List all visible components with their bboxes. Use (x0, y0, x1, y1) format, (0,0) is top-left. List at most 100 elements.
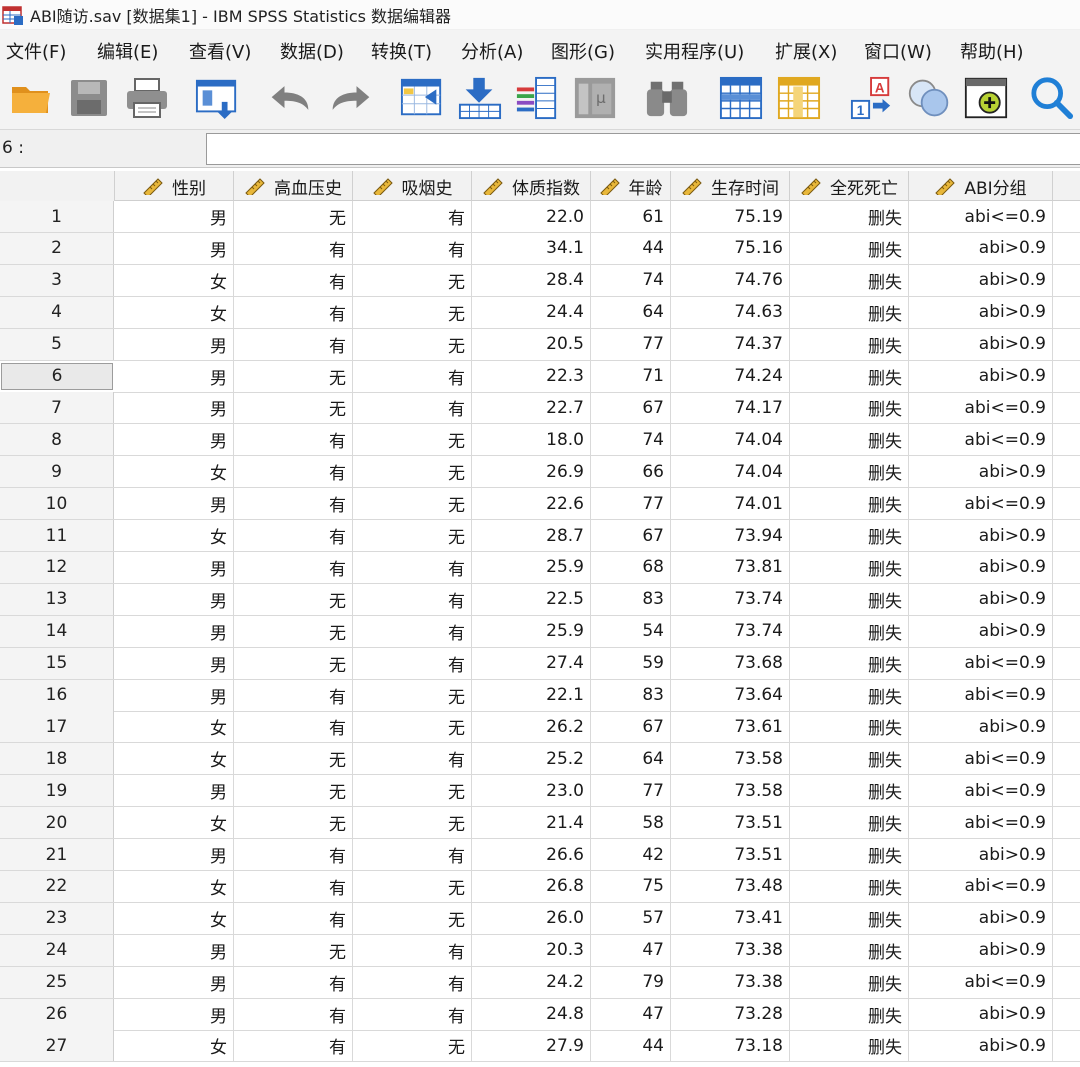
data-cell[interactable]: 26.2 (472, 711, 591, 743)
empty-cell[interactable] (1053, 265, 1080, 296)
go-to-variable-icon[interactable] (458, 74, 502, 122)
save-icon[interactable] (67, 74, 111, 122)
data-cell[interactable]: abi>0.9 (909, 615, 1053, 647)
data-cell[interactable]: 74 (591, 264, 671, 296)
empty-cell[interactable] (1053, 488, 1080, 519)
row-number-header[interactable]: 14 (0, 615, 114, 647)
menu-graphs[interactable]: 图形(G) (551, 38, 615, 64)
row-number-header[interactable]: 2 (0, 232, 114, 264)
data-cell[interactable]: 28.7 (472, 520, 591, 551)
data-cell[interactable]: 68 (591, 551, 671, 583)
data-cell[interactable]: 73.68 (671, 647, 790, 679)
data-cell[interactable]: abi>0.9 (909, 934, 1053, 966)
empty-cell[interactable] (1053, 329, 1080, 360)
data-cell[interactable]: 删失 (790, 839, 909, 870)
data-cell[interactable]: 无 (234, 583, 353, 615)
use-sets-icon[interactable] (907, 74, 951, 122)
menu-transform[interactable]: 转换(T) (371, 38, 432, 64)
empty-cell[interactable] (1053, 999, 1080, 1030)
data-cell[interactable]: 删失 (790, 264, 909, 296)
data-cell[interactable]: 女 (115, 1030, 234, 1062)
empty-cell[interactable] (1053, 680, 1080, 711)
data-cell[interactable]: 删失 (790, 807, 909, 839)
data-cell[interactable]: 删失 (790, 934, 909, 966)
data-cell[interactable]: 有 (234, 296, 353, 328)
data-cell[interactable]: 有 (353, 966, 472, 998)
redo-icon[interactable] (329, 74, 373, 122)
row-number-header[interactable]: 18 (0, 743, 114, 775)
data-cell[interactable]: 有 (353, 392, 472, 424)
data-cell[interactable]: 73.51 (671, 807, 790, 839)
data-cell[interactable]: 47 (591, 998, 671, 1030)
data-cell[interactable]: 删失 (790, 870, 909, 902)
data-cell[interactable]: 73.94 (671, 520, 790, 551)
data-cell[interactable]: 83 (591, 679, 671, 711)
data-cell[interactable]: 22.3 (472, 360, 591, 392)
data-cell[interactable]: 有 (234, 839, 353, 870)
column-header[interactable]: 年龄 (591, 171, 671, 201)
menu-file[interactable]: 文件(F) (6, 38, 66, 64)
data-cell[interactable]: 无 (234, 934, 353, 966)
data-cell[interactable]: abi>0.9 (909, 551, 1053, 583)
empty-cell[interactable] (1053, 967, 1080, 998)
data-cell[interactable]: 删失 (790, 360, 909, 392)
data-cell[interactable]: 有 (353, 583, 472, 615)
empty-column-header[interactable] (1053, 171, 1080, 201)
data-cell[interactable]: 34.1 (472, 232, 591, 264)
data-cell[interactable]: 21.4 (472, 807, 591, 839)
data-cell[interactable]: 有 (234, 488, 353, 520)
data-cell[interactable]: 44 (591, 232, 671, 264)
data-cell[interactable]: 73.38 (671, 966, 790, 998)
undo-icon[interactable] (268, 74, 312, 122)
row-number-header[interactable]: 21 (0, 839, 114, 870)
row-number-header[interactable]: 27 (0, 1030, 114, 1062)
data-cell[interactable]: abi>0.9 (909, 1030, 1053, 1062)
data-cell[interactable]: 男 (115, 360, 234, 392)
data-cell[interactable]: 无 (234, 775, 353, 807)
data-cell[interactable]: 男 (115, 998, 234, 1030)
data-cell[interactable]: 有 (234, 456, 353, 488)
data-cell[interactable]: 25.9 (472, 615, 591, 647)
data-cell[interactable]: 有 (353, 232, 472, 264)
data-cell[interactable]: abi<=0.9 (909, 679, 1053, 711)
data-cell[interactable]: 删失 (790, 998, 909, 1030)
data-cell[interactable]: 有 (234, 966, 353, 998)
data-cell[interactable]: 删失 (790, 966, 909, 998)
data-cell[interactable]: 无 (234, 743, 353, 775)
data-cell[interactable]: 有 (353, 551, 472, 583)
empty-cell[interactable] (1053, 616, 1080, 647)
data-cell[interactable]: 73.38 (671, 934, 790, 966)
data-cell[interactable]: 44 (591, 1030, 671, 1062)
row-number-header[interactable]: 3 (0, 264, 114, 296)
data-cell[interactable]: 26.0 (472, 902, 591, 934)
empty-cell[interactable] (1053, 552, 1080, 583)
data-cell[interactable]: 24.2 (472, 966, 591, 998)
row-number-header[interactable]: 16 (0, 679, 114, 711)
data-cell[interactable]: 有 (234, 711, 353, 743)
data-cell[interactable]: 27.4 (472, 647, 591, 679)
data-cell[interactable]: 有 (353, 201, 472, 232)
data-cell[interactable]: 73.81 (671, 551, 790, 583)
data-cell[interactable]: 有 (234, 328, 353, 360)
row-number-header[interactable]: 11 (0, 520, 114, 551)
data-cell[interactable]: 24.8 (472, 998, 591, 1030)
data-cell[interactable]: 女 (115, 870, 234, 902)
insert-cases-icon[interactable] (719, 74, 763, 122)
data-cell[interactable]: 删失 (790, 711, 909, 743)
data-cell[interactable]: 有 (234, 679, 353, 711)
data-cell[interactable]: 74.76 (671, 264, 790, 296)
data-cell[interactable]: 删失 (790, 392, 909, 424)
data-cell[interactable]: 无 (234, 807, 353, 839)
data-cell[interactable]: 删失 (790, 1030, 909, 1062)
data-cell[interactable]: 删失 (790, 232, 909, 264)
data-cell[interactable]: 删失 (790, 615, 909, 647)
data-cell[interactable]: 男 (115, 551, 234, 583)
data-cell[interactable]: 有 (353, 360, 472, 392)
variables-icon[interactable] (515, 74, 559, 122)
data-cell[interactable]: 73.61 (671, 711, 790, 743)
data-cell[interactable]: 73.74 (671, 615, 790, 647)
empty-cell[interactable] (1053, 456, 1080, 487)
data-cell[interactable]: 64 (591, 296, 671, 328)
empty-cell[interactable] (1053, 297, 1080, 328)
data-cell[interactable]: 无 (234, 360, 353, 392)
